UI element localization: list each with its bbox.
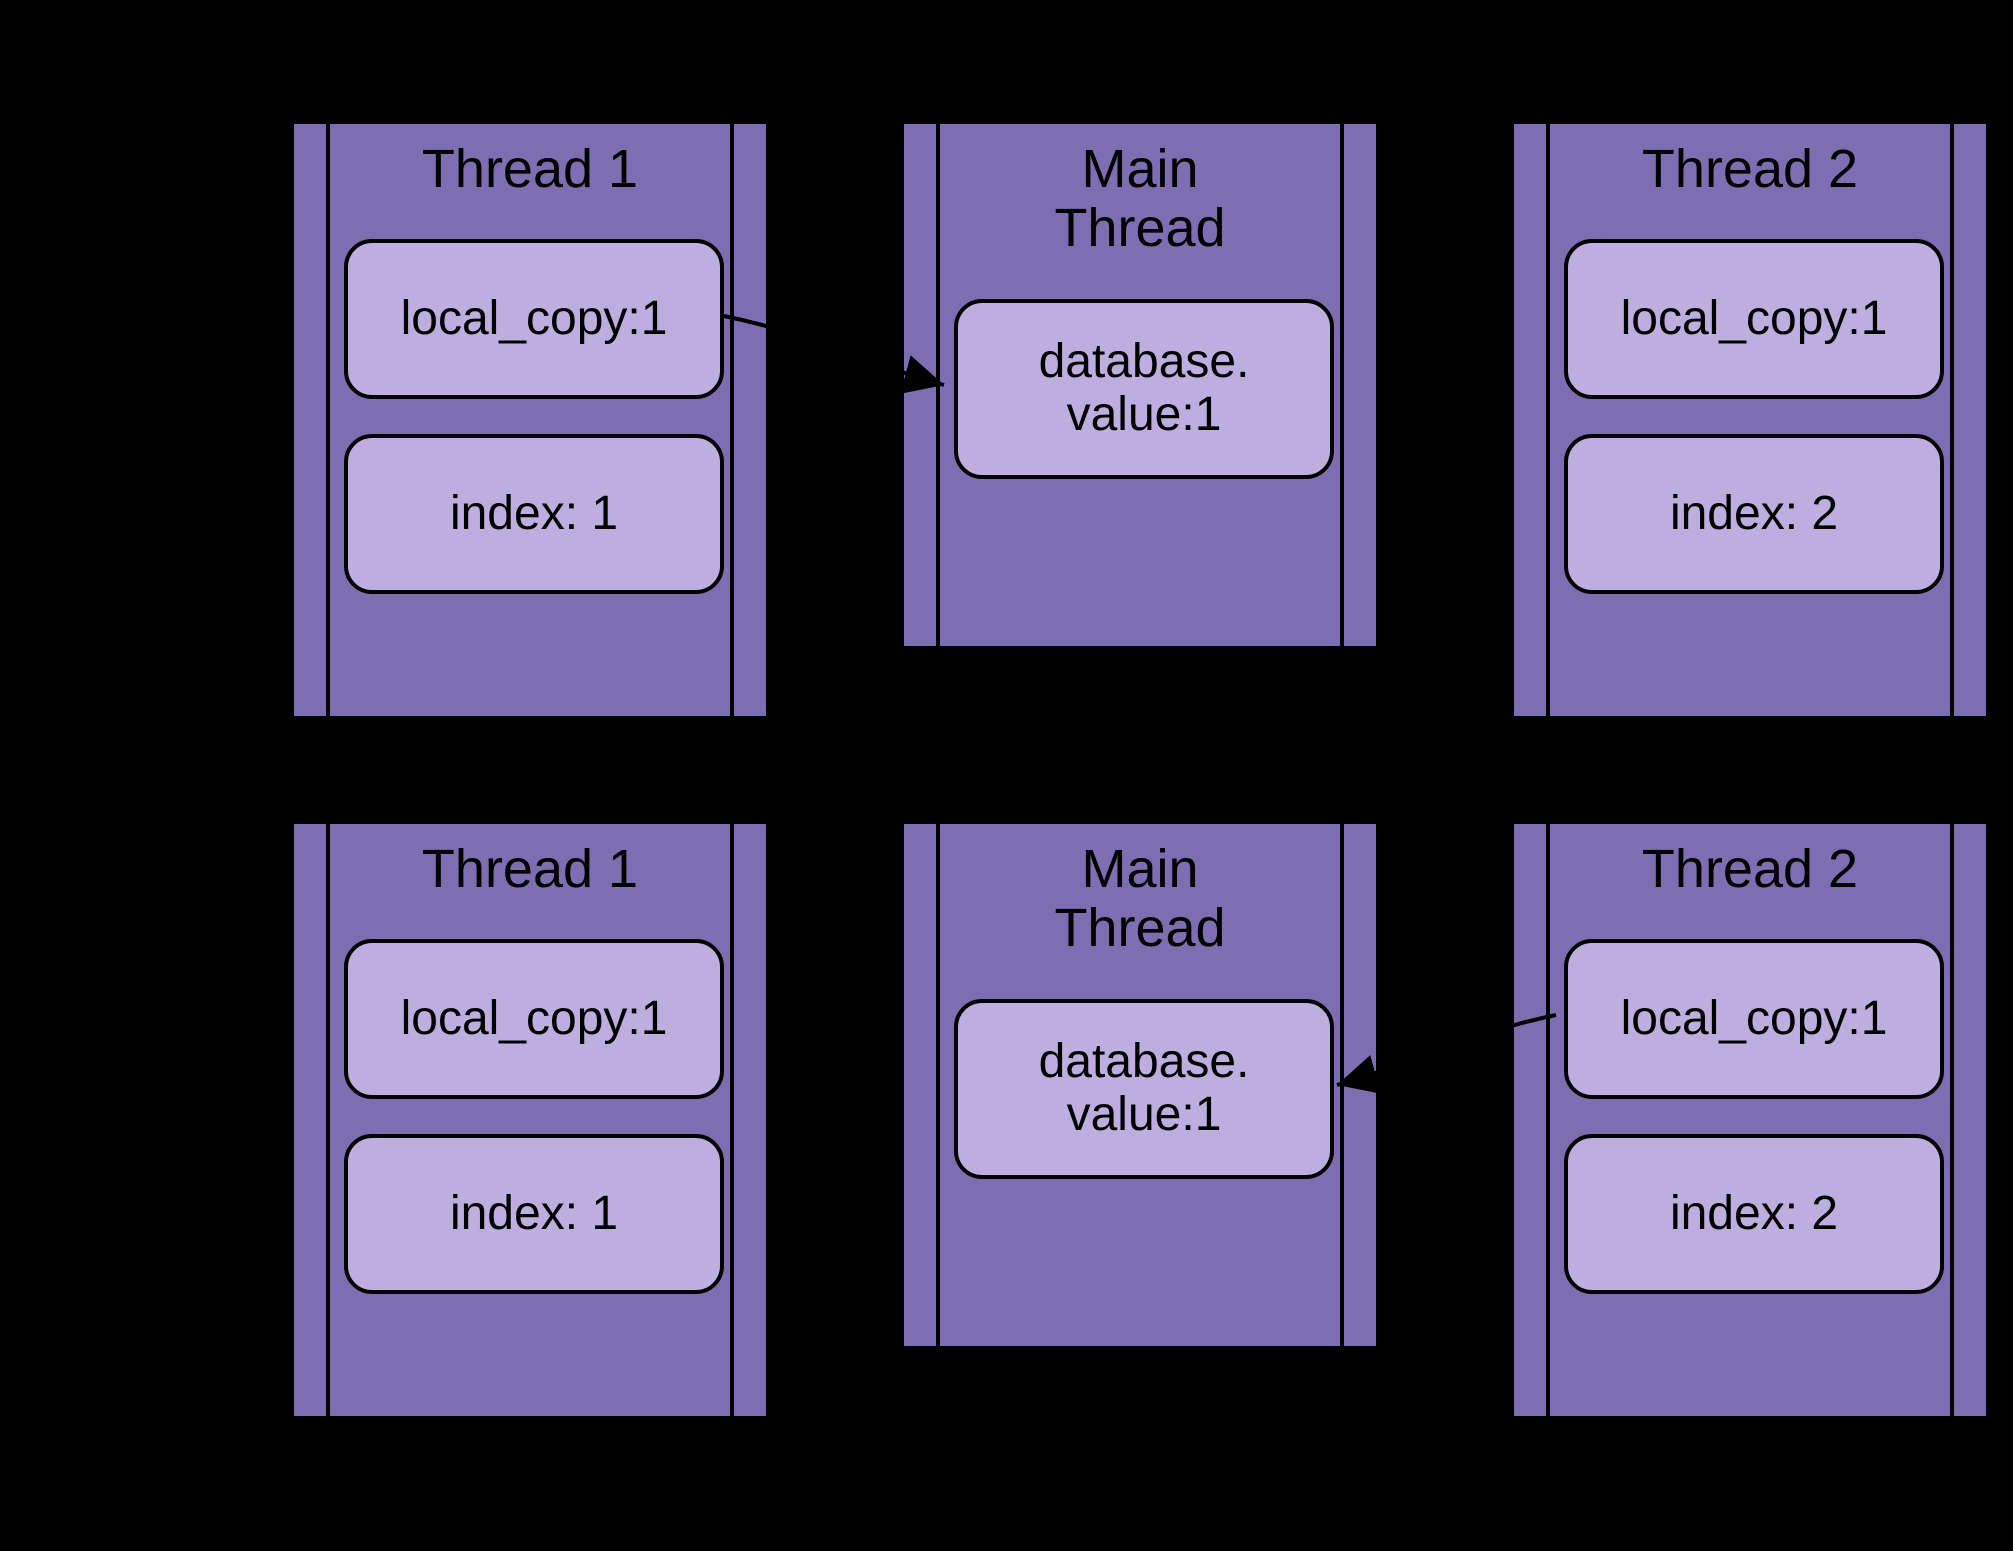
side-line [1950, 124, 1954, 716]
diagram-canvas: Thread 1 local_copy:1 index: 1 Main Thre… [0, 0, 2013, 1551]
main-title: Main Thread [944, 840, 1336, 959]
main-database-value: database. value:1 [954, 299, 1334, 479]
side-line [1340, 824, 1344, 1346]
thread2-index: index: 2 [1564, 434, 1944, 594]
side-line [1340, 124, 1344, 646]
thread2-index: index: 2 [1564, 1134, 1944, 1294]
side-line [1546, 124, 1550, 716]
side-line [730, 124, 734, 716]
thread2-local-copy: local_copy:1 [1564, 239, 1944, 399]
side-line [326, 824, 330, 1416]
side-line [936, 824, 940, 1346]
thread2-local-copy: local_copy:1 [1564, 939, 1944, 1099]
side-line [730, 824, 734, 1416]
thread1-box-row1: Thread 1 local_copy:1 index: 1 [290, 120, 770, 720]
thread2-box-row2: Thread 2 local_copy:1 index: 2 [1510, 820, 1990, 1420]
thread1-local-copy: local_copy:1 [344, 239, 724, 399]
thread1-index: index: 1 [344, 434, 724, 594]
main-title: Main Thread [944, 140, 1336, 259]
side-line [326, 124, 330, 716]
thread1-local-copy: local_copy:1 [344, 939, 724, 1099]
main-box-row1: Main Thread database. value:1 [900, 120, 1380, 650]
thread1-index: index: 1 [344, 1134, 724, 1294]
side-line [1546, 824, 1550, 1416]
main-box-row2: Main Thread database. value:1 [900, 820, 1380, 1350]
thread1-title: Thread 1 [334, 140, 726, 199]
side-line [1950, 824, 1954, 1416]
main-database-value: database. value:1 [954, 999, 1334, 1179]
thread1-box-row2: Thread 1 local_copy:1 index: 1 [290, 820, 770, 1420]
side-line [936, 124, 940, 646]
thread1-title: Thread 1 [334, 840, 726, 899]
thread2-box-row1: Thread 2 local_copy:1 index: 2 [1510, 120, 1990, 720]
thread2-title: Thread 2 [1554, 140, 1946, 199]
thread2-title: Thread 2 [1554, 840, 1946, 899]
